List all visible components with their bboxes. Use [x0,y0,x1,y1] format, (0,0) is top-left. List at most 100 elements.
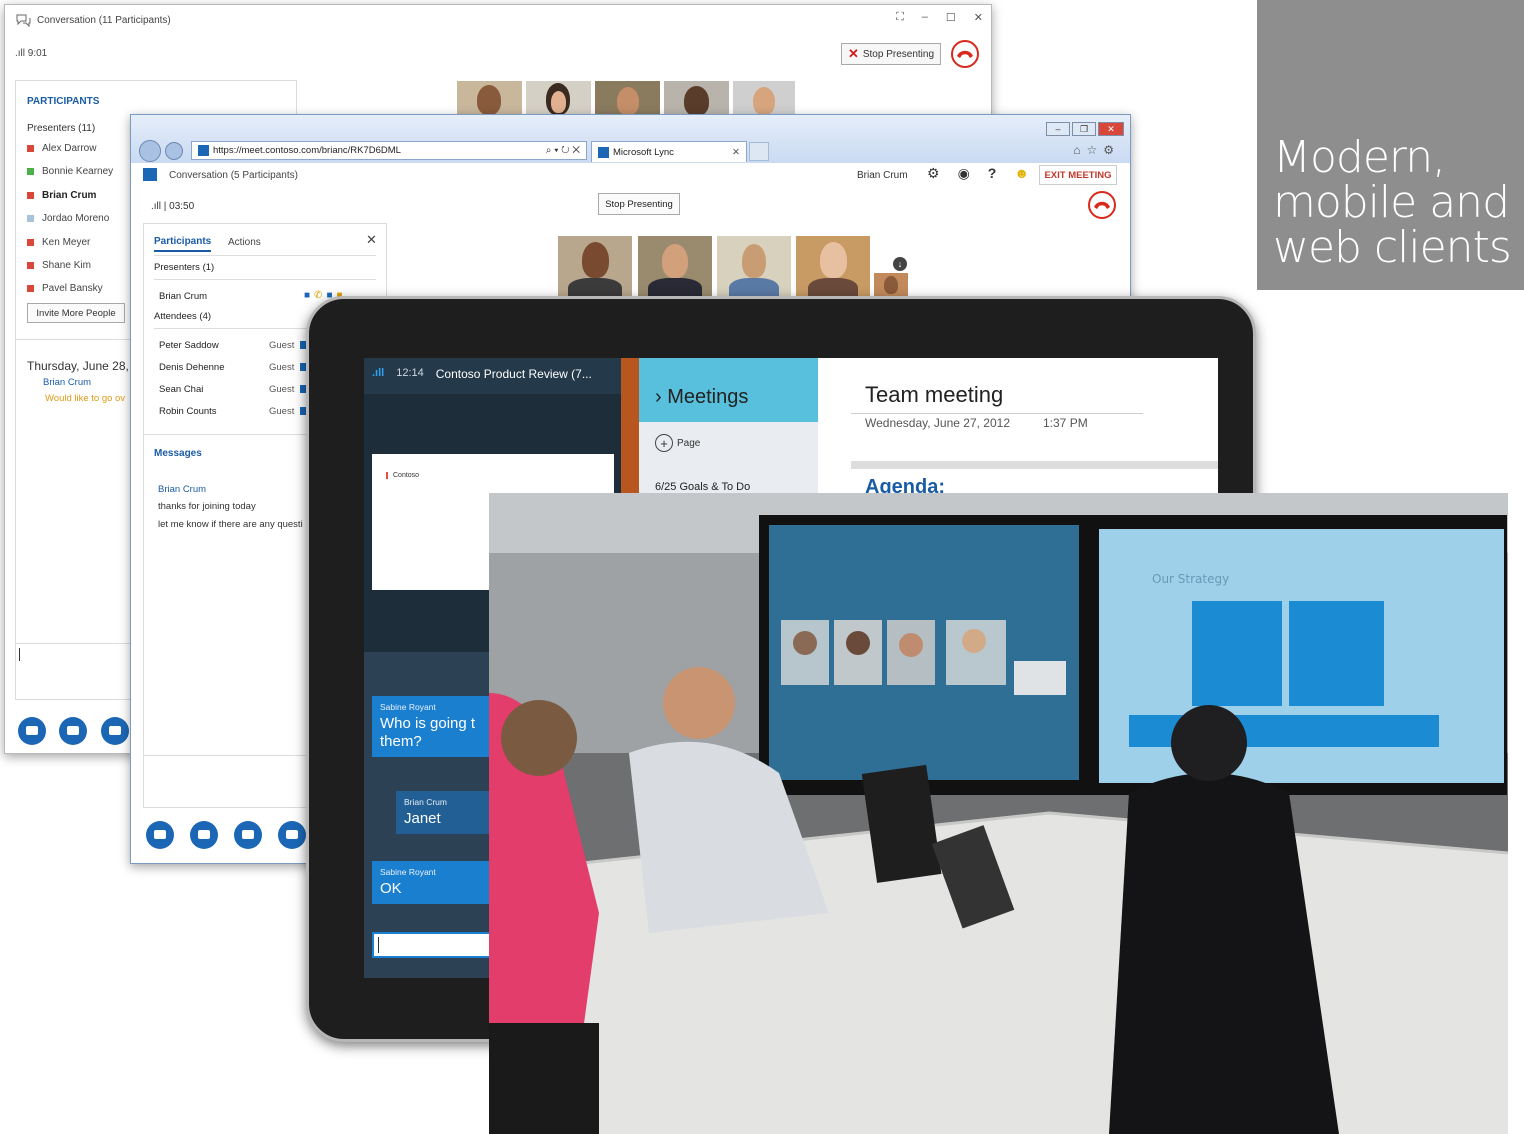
video-thumbnail[interactable] [664,81,729,117]
presence-icon [27,285,34,293]
note-container-handle[interactable] [851,461,1218,469]
tagline-line: web clients [1273,222,1512,273]
signal-icon: .ıll [15,48,28,59]
note-date: Wednesday, June 27, 2012 [865,416,1010,430]
emoticon-icon[interactable]: ☻ [1014,165,1029,182]
presenter-item[interactable]: Pavel Bansky [27,283,103,294]
browser-tab[interactable]: Microsoft Lync ✕ [591,141,747,162]
presence-icon [27,145,34,152]
stop-presenting-button[interactable]: Stop Presenting [598,193,680,215]
tagline-line: Modern, [1273,132,1446,183]
help-icon[interactable]: ? [988,165,997,182]
maximize-button[interactable]: ☐ [946,11,956,24]
tab-actions[interactable]: Actions [228,237,261,248]
minimize-button[interactable]: – [1046,122,1070,136]
stop-presenting-button[interactable]: ✕ Stop Presenting [841,43,941,65]
im-button[interactable] [18,717,46,745]
attendee-role: Guest [269,362,295,373]
video-thumbnail[interactable] [595,81,660,117]
presenter-item[interactable]: Shane Kim [27,260,91,271]
video-button[interactable] [234,821,262,849]
lync-logo [143,168,157,181]
presenters-label: Presenters (1) [154,262,215,273]
meeting-status: .ıll 12:14 Contoso Product Review (7... [372,367,592,381]
video-tile [1014,661,1066,695]
back-button[interactable] [139,140,161,162]
browser-window-controls: – ❐ ✕ [1046,122,1124,136]
close-pane-icon[interactable]: ✕ [366,232,377,248]
gear-icon[interactable]: ⚙ [927,165,940,182]
video-thumbnail[interactable] [796,236,870,297]
plus-icon: + [655,434,673,452]
video-thumbnail[interactable] [733,81,795,117]
slide-brand: Contoso [386,472,419,479]
user-name: Brian Crum [857,170,908,181]
video-thumbnail[interactable] [457,81,522,117]
fullscreen-icon[interactable]: ⛶ [896,11,904,24]
title-underline [851,413,1143,414]
new-tab-button[interactable] [749,142,769,161]
address-bar[interactable]: https://meet.contoso.com/brianc/RK7D6DML… [191,141,587,160]
screen-tile [1192,601,1282,706]
note-title[interactable]: Team meeting [865,382,1003,408]
restore-button[interactable]: ❐ [1072,122,1096,136]
section-header[interactable]: › Meetings [639,358,818,422]
presenter-name: Alex Darrow [42,143,97,154]
lync-favicon [198,145,209,156]
add-page-button[interactable]: + Page [655,434,700,452]
presenter-item[interactable]: Brian Crum [27,190,96,201]
conversation-sender: Brian Crum [43,377,92,388]
conversation-message: Would like to go ov [45,393,126,404]
chat-text: OK [380,880,402,897]
presence-icon [27,168,34,176]
meeting-tools: ⚙ ◉ ? ☻ [927,165,1029,182]
video-thumbnail[interactable] [558,236,632,297]
minimize-button[interactable]: – [922,11,928,24]
tagline-tile: Modern, mobile and web clients [1257,0,1524,290]
conversation-title: Conversation (5 Participants) [169,170,298,181]
video-thumbnail[interactable] [874,273,908,297]
message-line: let me know if there are any questi [158,519,303,530]
presenter-item[interactable]: Ken Meyer [27,237,90,248]
attendee-role: Guest [269,384,295,395]
im-button[interactable] [146,821,174,849]
chat-text: them? [380,733,422,750]
attendees-label: Attendees (4) [154,311,212,322]
meeting-room-illustration: Our Strategy [489,493,1508,1134]
video-button[interactable] [101,717,129,745]
tab-participants[interactable]: Participants [154,236,212,252]
close-button[interactable]: ✕ [974,11,983,24]
hang-up-button[interactable] [1088,191,1116,219]
close-tab-icon[interactable]: ✕ [732,147,740,158]
video-thumbnail[interactable] [638,236,712,297]
hang-up-button[interactable] [951,40,979,68]
close-button[interactable]: ✕ [1098,122,1124,136]
presenter-name: Brian Crum [42,189,97,201]
video-thumbnail[interactable] [526,81,591,117]
search-refresh-stop-icons[interactable]: ⌕ ▾ ↻ ✕ [546,145,580,156]
presenter-item[interactable]: Alex Darrow [27,143,96,154]
attendee-role: Guest [269,406,295,417]
audio-button[interactable] [190,821,218,849]
note-time: 1:37 PM [1043,416,1088,430]
presenter-name: Pavel Bansky [42,283,103,295]
presence-icon [27,262,34,269]
call-status: .ıll 9:01 [15,48,47,59]
presence-icon [27,238,34,246]
home-favorites-settings-icons[interactable]: ⌂☆⚙ [1073,143,1120,157]
device-icon[interactable]: ◉ [958,165,970,182]
screen-tile [1289,601,1384,706]
presenter-item[interactable]: Bonnie Kearney [27,166,113,177]
page-item[interactable]: 6/25 Goals & To Do [655,481,750,493]
add-page-label: Page [677,437,701,449]
hang-up-icon [957,50,973,58]
forward-button[interactable] [165,142,183,160]
hang-up-icon [1094,201,1110,209]
video-thumbnail[interactable] [717,236,791,297]
exit-meeting-button[interactable]: EXIT MEETING [1039,165,1117,185]
presenter-item[interactable]: Jordao Moreno [27,213,109,224]
invite-more-people-button[interactable]: Invite More People [27,303,125,323]
present-button[interactable] [278,821,306,849]
audio-button[interactable] [59,717,87,745]
expand-down-icon[interactable]: ↓ [893,257,907,271]
